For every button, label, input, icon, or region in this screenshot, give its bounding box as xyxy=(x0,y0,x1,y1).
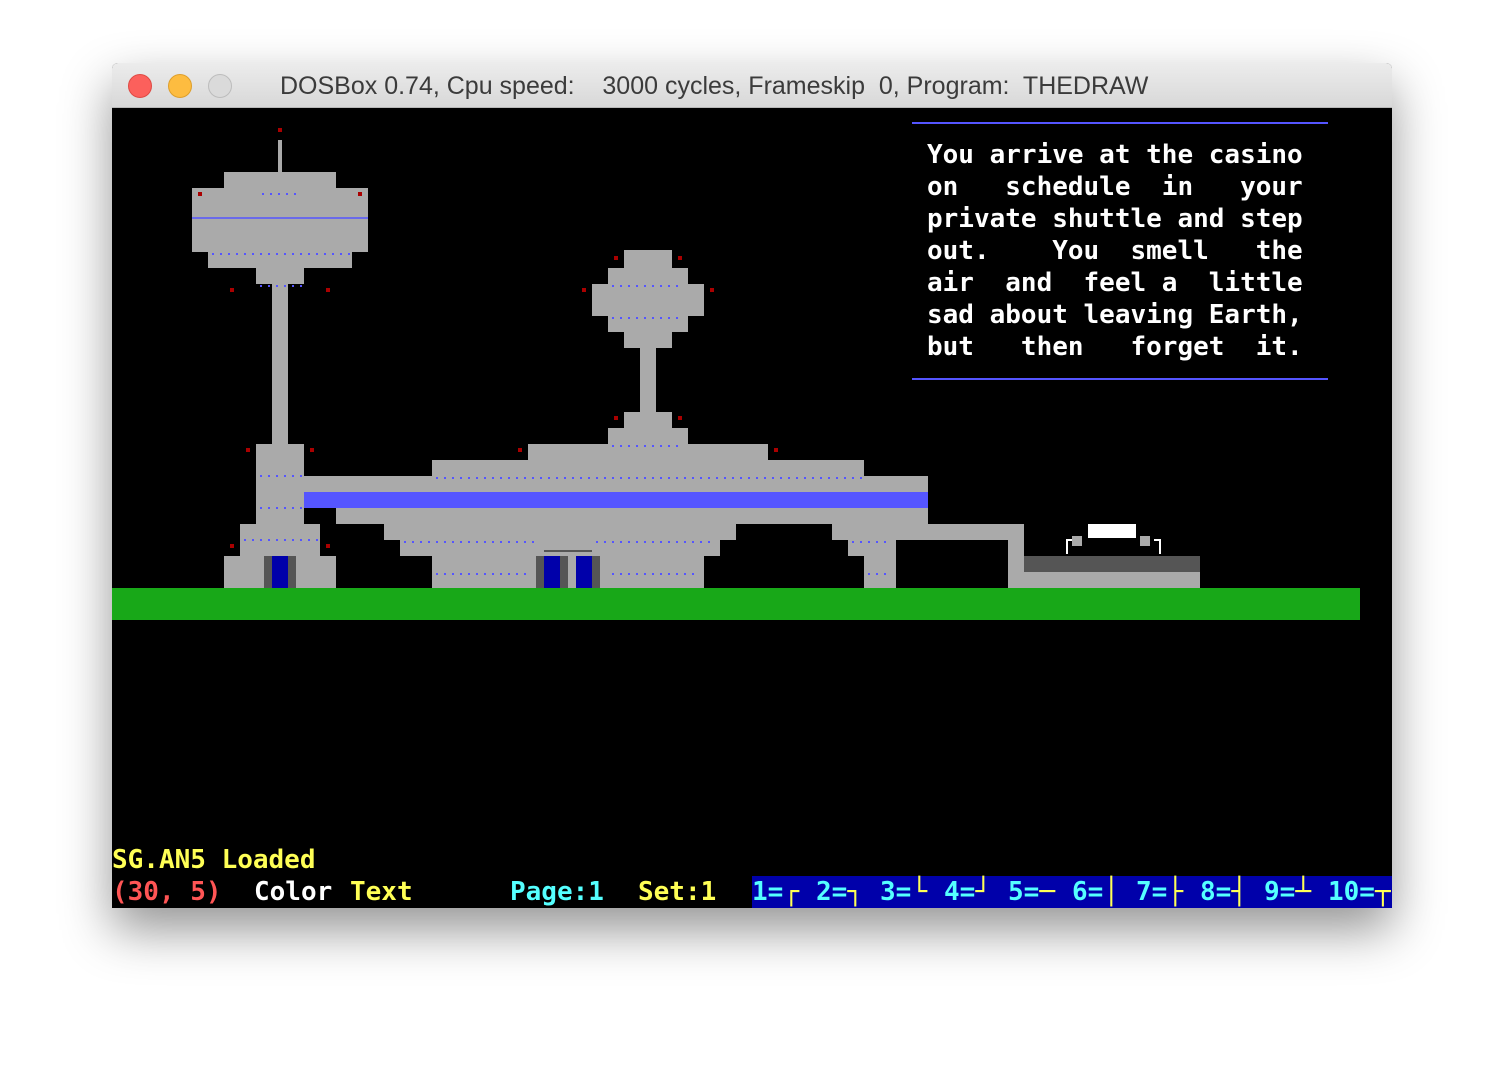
narrative-line: out. You smell the xyxy=(927,236,1303,266)
fkey-glyph: ┌ xyxy=(783,877,799,907)
fkey-glyph: │ xyxy=(1103,877,1119,907)
fkey-glyph: └ xyxy=(911,877,927,907)
fkey-glyph: ┬ xyxy=(1374,877,1391,907)
fkey-label: 9= xyxy=(1264,877,1296,907)
set-indicator: Set:1 xyxy=(638,877,717,907)
fkey-label: 3= xyxy=(880,877,912,907)
textbox-bottom-rule xyxy=(912,378,1328,380)
fkey-label: 6= xyxy=(1072,877,1104,907)
main-building xyxy=(304,444,928,588)
page-indicator: Page:1 xyxy=(510,877,604,907)
fkey-glyph: ┐ xyxy=(847,877,863,907)
close-button[interactable] xyxy=(128,74,152,98)
fkey-glyph: ─ xyxy=(1039,877,1055,907)
dos-screen[interactable]: You arrive at the casino on schedule in … xyxy=(112,108,1392,908)
color-mode-label[interactable]: Color xyxy=(254,876,332,908)
minimize-button[interactable] xyxy=(168,74,192,98)
fkey-label: 1= xyxy=(752,877,784,907)
narrative-line: air and feel a little xyxy=(927,268,1303,298)
cursor-coordinates: (30, 5) xyxy=(112,877,222,907)
narrative-line: but then forget it. xyxy=(927,332,1303,362)
center-tower xyxy=(592,250,704,444)
fkey-glyph: ┘ xyxy=(975,877,991,907)
fkey-9[interactable]: 9=┴ xyxy=(1264,876,1311,908)
fkey-label: 7= xyxy=(1136,877,1168,907)
fkey-glyph: ┤ xyxy=(1231,877,1247,907)
fkey-label: 4= xyxy=(944,877,976,907)
title-bar[interactable]: DOSBox 0.74, Cpu speed: 3000 cycles, Fra… xyxy=(112,63,1392,108)
fkey-6[interactable]: 6=│ xyxy=(1072,876,1119,908)
status-message: SG.AN5 Loaded xyxy=(112,845,316,875)
fkey-label: 5= xyxy=(1008,877,1040,907)
fkey-10[interactable]: 10=┬ xyxy=(1328,876,1391,908)
landing-pad xyxy=(1024,556,1200,572)
fkey-glyph: ├ xyxy=(1167,877,1183,907)
fkey-label: 8= xyxy=(1200,877,1232,907)
fkey-8[interactable]: 8=┤ xyxy=(1200,876,1247,908)
fkey-glyph: ┴ xyxy=(1295,877,1311,907)
narrative-text: You arrive at the casino on schedule in … xyxy=(927,139,1311,363)
fkey-5[interactable]: 5=─ xyxy=(1008,876,1055,908)
dosbox-window: DOSBox 0.74, Cpu speed: 3000 cycles, Fra… xyxy=(112,63,1392,908)
fkey-2[interactable]: 2=┐ xyxy=(816,876,863,908)
narrative-line: private shuttle and step xyxy=(927,204,1303,234)
fkey-label: 2= xyxy=(816,877,848,907)
zoom-button[interactable] xyxy=(208,74,232,98)
narrative-line: sad about leaving Earth, xyxy=(927,300,1303,330)
fkey-label: 10= xyxy=(1328,877,1375,907)
text-mode-label[interactable]: Text xyxy=(350,876,413,908)
textbox-top-rule xyxy=(912,122,1328,124)
fkey-4[interactable]: 4=┘ xyxy=(944,876,991,908)
function-key-bar: 1=┌ 2=┐ 3=└ 4=┘ 5=─ 6=│ 7=├ 8=┤ 9=┴ 10=┬ xyxy=(752,876,1392,908)
building-stripe xyxy=(304,492,928,508)
narrative-line: on schedule in your xyxy=(927,172,1303,202)
window-title: DOSBox 0.74, Cpu speed: 3000 cycles, Fra… xyxy=(280,72,1149,100)
fkey-3[interactable]: 3=└ xyxy=(880,876,927,908)
fkey-1[interactable]: 1=┌ xyxy=(752,876,799,908)
fkey-7[interactable]: 7=├ xyxy=(1136,876,1183,908)
narrative-line: You arrive at the casino xyxy=(927,140,1303,170)
ground xyxy=(112,588,1360,620)
shuttle xyxy=(1066,524,1161,554)
